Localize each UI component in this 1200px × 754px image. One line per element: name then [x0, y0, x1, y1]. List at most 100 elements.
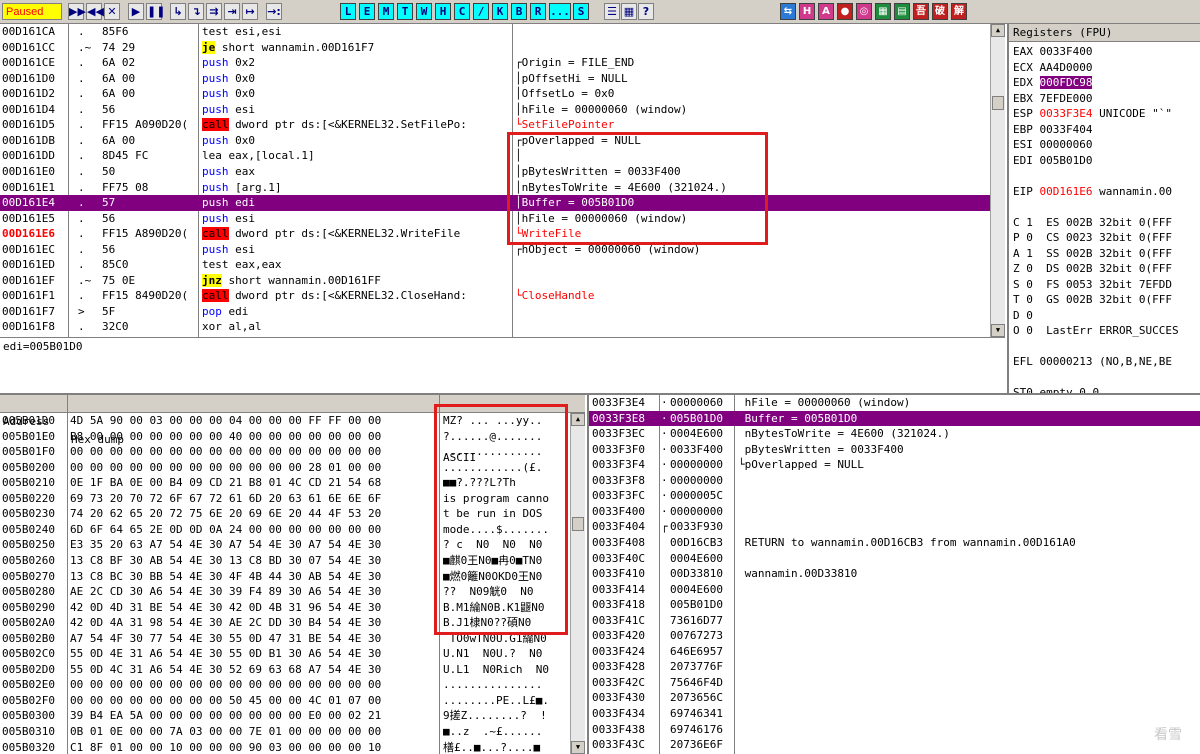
stack-address[interactable]: 0033F3E8: [592, 411, 645, 427]
stack-address[interactable]: 0033F428: [592, 659, 645, 675]
register-line[interactable]: EBX 7EFDE000: [1013, 91, 1200, 107]
register-line[interactable]: [1013, 370, 1200, 386]
stack-row[interactable]: 0033F434 69746341: [589, 706, 1200, 722]
stack-address[interactable]: 0033F420: [592, 628, 645, 644]
instruction-address[interactable]: 00D161D0: [2, 71, 55, 87]
toolbar-button[interactable]: →:: [266, 3, 282, 20]
dump-address[interactable]: 005B02C0: [2, 646, 55, 662]
instruction-asm[interactable]: jnz short wannamin.00D161FF: [202, 273, 381, 289]
stack-row[interactable]: 0033F43C 20736E6F: [589, 737, 1200, 753]
toolbar-button[interactable]: ◀◀: [86, 3, 104, 20]
stack-row[interactable]: 0033F428 2073776F: [589, 659, 1200, 675]
instruction-address[interactable]: 00D161EF: [2, 273, 55, 289]
scroll-down-icon[interactable]: ▼: [991, 324, 1005, 337]
stack-value[interactable]: 0033F400: [670, 442, 723, 458]
dump-hex[interactable]: C1 8F 01 00 00 10 00 00 00 90 03 00 00 0…: [70, 740, 381, 754]
dump-hex[interactable]: 55 0D 4E 31 A6 54 4E 30 55 0D B1 30 A6 5…: [70, 646, 381, 662]
stack-value[interactable]: 00000000: [670, 457, 723, 473]
dump-address[interactable]: 005B0200: [2, 460, 55, 476]
stack-address[interactable]: 0033F43C: [592, 737, 645, 753]
stack-value[interactable]: 0004E600: [670, 582, 723, 598]
stack-row[interactable]: 0033F400 · 00000000: [589, 504, 1200, 520]
disasm-row[interactable]: 00D161E6. FF15 A890D20(call dword ptr ds:…: [0, 226, 990, 242]
disasm-row[interactable]: 00D161EC. 56 push esi ┌hObject = 00000060 (…: [0, 242, 990, 258]
stack-address[interactable]: 0033F3F0: [592, 442, 645, 458]
dump-hex[interactable]: 6D 6F 64 65 2E 0D 0D 0A 24 00 00 00 00 0…: [70, 522, 381, 538]
dump-hex[interactable]: AE 2C CD 30 A6 54 4E 30 39 F4 89 30 A6 5…: [70, 584, 381, 600]
register-line[interactable]: ESP 0033F3E4 UNICODE "`": [1013, 106, 1200, 122]
dump-row[interactable]: 005B0310 0B 01 0E 00 00 7A 03 00 00 7E 01…: [0, 724, 570, 740]
register-line[interactable]: [1013, 199, 1200, 215]
stack-value[interactable]: 0004E600: [670, 551, 723, 567]
instruction-address[interactable]: 00D161CE: [2, 55, 55, 71]
toolbar-button[interactable]: ↳: [170, 3, 186, 20]
toolbar-window-button[interactable]: H: [435, 3, 451, 20]
toolbar-button[interactable]: ▶: [128, 3, 144, 20]
instruction-address[interactable]: 00D161F1: [2, 288, 55, 304]
instruction-asm[interactable]: push edi: [202, 195, 255, 211]
toolbar-button[interactable]: ☰: [604, 3, 620, 20]
toolbar-plugin-icon[interactable]: ◎: [856, 3, 872, 20]
instruction-address[interactable]: 00D161F8: [2, 319, 55, 335]
toolbar-plugin-icon[interactable]: 解: [951, 3, 967, 20]
stack-row[interactable]: 0033F3F4 · 00000000 └pOverlapped = NULL: [589, 457, 1200, 473]
dump-hex[interactable]: E3 35 20 63 A7 54 4E 30 A7 54 4E 30 A7 5…: [70, 537, 381, 553]
toolbar-window-button[interactable]: R: [530, 3, 546, 20]
register-line[interactable]: EDX 000FDC98: [1013, 75, 1200, 91]
instruction-asm[interactable]: pop edi: [202, 304, 248, 320]
scroll-up-icon[interactable]: ▲: [991, 24, 1005, 37]
instruction-asm[interactable]: push 0x2: [202, 55, 255, 71]
toolbar-window-button[interactable]: B: [511, 3, 527, 20]
dump-address[interactable]: 005B0240: [2, 522, 55, 538]
disasm-row[interactable]: 00D161E4. 57 push edi │Buffer = 005B01D0: [0, 195, 990, 211]
toolbar-button[interactable]: ▦: [621, 3, 637, 20]
instruction-address[interactable]: 00D161E1: [2, 180, 55, 196]
disasm-row[interactable]: 00D161F8. 32C0 xor al,al: [0, 319, 990, 335]
stack-value[interactable]: 2073656C: [670, 690, 723, 706]
toolbar-window-button[interactable]: /: [473, 3, 489, 20]
stack-value[interactable]: 00000060: [670, 395, 723, 411]
instruction-address[interactable]: 00D161ED: [2, 257, 55, 273]
register-line[interactable]: ESI 00000060: [1013, 137, 1200, 153]
toolbar-window-button[interactable]: T: [397, 3, 413, 20]
dump-address[interactable]: 005B01E0: [2, 429, 55, 445]
stack-row[interactable]: 0033F410 00D33810 wannamin.00D33810: [589, 566, 1200, 582]
dump-ascii[interactable]: 9搓Z........? !: [443, 708, 547, 724]
stack-address[interactable]: 0033F414: [592, 582, 645, 598]
dump-row[interactable]: 005B0300 39 B4 EA 5A 00 00 00 00 00 00 00…: [0, 708, 570, 724]
instruction-address[interactable]: 00D161CC: [2, 40, 55, 56]
toolbar-button[interactable]: ⇥: [224, 3, 240, 20]
dump-address[interactable]: 005B0270: [2, 569, 55, 585]
instruction-asm[interactable]: test eax,eax: [202, 257, 281, 273]
stack-row[interactable]: 0033F3E8 · 005B01D0 Buffer = 005B01D0: [589, 410, 1200, 427]
toolbar-button[interactable]: ▶▶: [68, 3, 86, 20]
dump-address[interactable]: 005B0290: [2, 600, 55, 616]
stack-address[interactable]: 0033F408: [592, 535, 645, 551]
dump-hex[interactable]: 00 00 00 00 00 00 00 00 00 00 00 00 00 0…: [70, 444, 381, 460]
stack-address[interactable]: 0033F3FC: [592, 488, 645, 504]
stack-row[interactable]: 0033F430 2073656C: [589, 690, 1200, 706]
dump-address[interactable]: 005B02F0: [2, 693, 55, 709]
instruction-asm[interactable]: call dword ptr ds:[<&KERNEL32.WriteFile: [202, 226, 460, 242]
toolbar-window-button[interactable]: M: [378, 3, 394, 20]
cpu-scrollbar[interactable]: ▲ ▼: [990, 24, 1005, 337]
register-line[interactable]: Z 0 DS 002B 32bit 0(FFF: [1013, 261, 1200, 277]
stack-value[interactable]: 2073776F: [670, 659, 723, 675]
dump-hex[interactable]: 42 0D 4D 31 BE 54 4E 30 42 0D 4B 31 96 5…: [70, 600, 381, 616]
toolbar-button[interactable]: ?: [638, 3, 654, 20]
disasm-row[interactable]: 00D161F1. FF15 8490D20(call dword ptr ds:…: [0, 288, 990, 304]
dump-hex[interactable]: 69 73 20 70 72 6F 67 72 61 6D 20 63 61 6…: [70, 491, 381, 507]
stack-value[interactable]: 0033F930: [670, 519, 723, 535]
toolbar-plugin-icon[interactable]: ⇆: [780, 3, 796, 20]
instruction-asm[interactable]: push esi: [202, 102, 255, 118]
instruction-asm[interactable]: push 0x0: [202, 71, 255, 87]
instruction-asm[interactable]: push esi: [202, 211, 255, 227]
dump-hex[interactable]: 74 20 62 65 20 72 75 6E 20 69 6E 20 44 4…: [70, 506, 381, 522]
disasm-row[interactable]: 00D161E5. 56 push esi │hFile = 00000060 (wi…: [0, 211, 990, 227]
instruction-asm[interactable]: push esi: [202, 242, 255, 258]
dump-address[interactable]: 005B0220: [2, 491, 55, 507]
stack-value[interactable]: 00D16CB3: [670, 535, 723, 551]
instruction-address[interactable]: 00D161E5: [2, 211, 55, 227]
dump-address[interactable]: 005B0300: [2, 708, 55, 724]
disasm-row[interactable]: 00D161CA. 85F6 test esi,esi: [0, 24, 990, 40]
